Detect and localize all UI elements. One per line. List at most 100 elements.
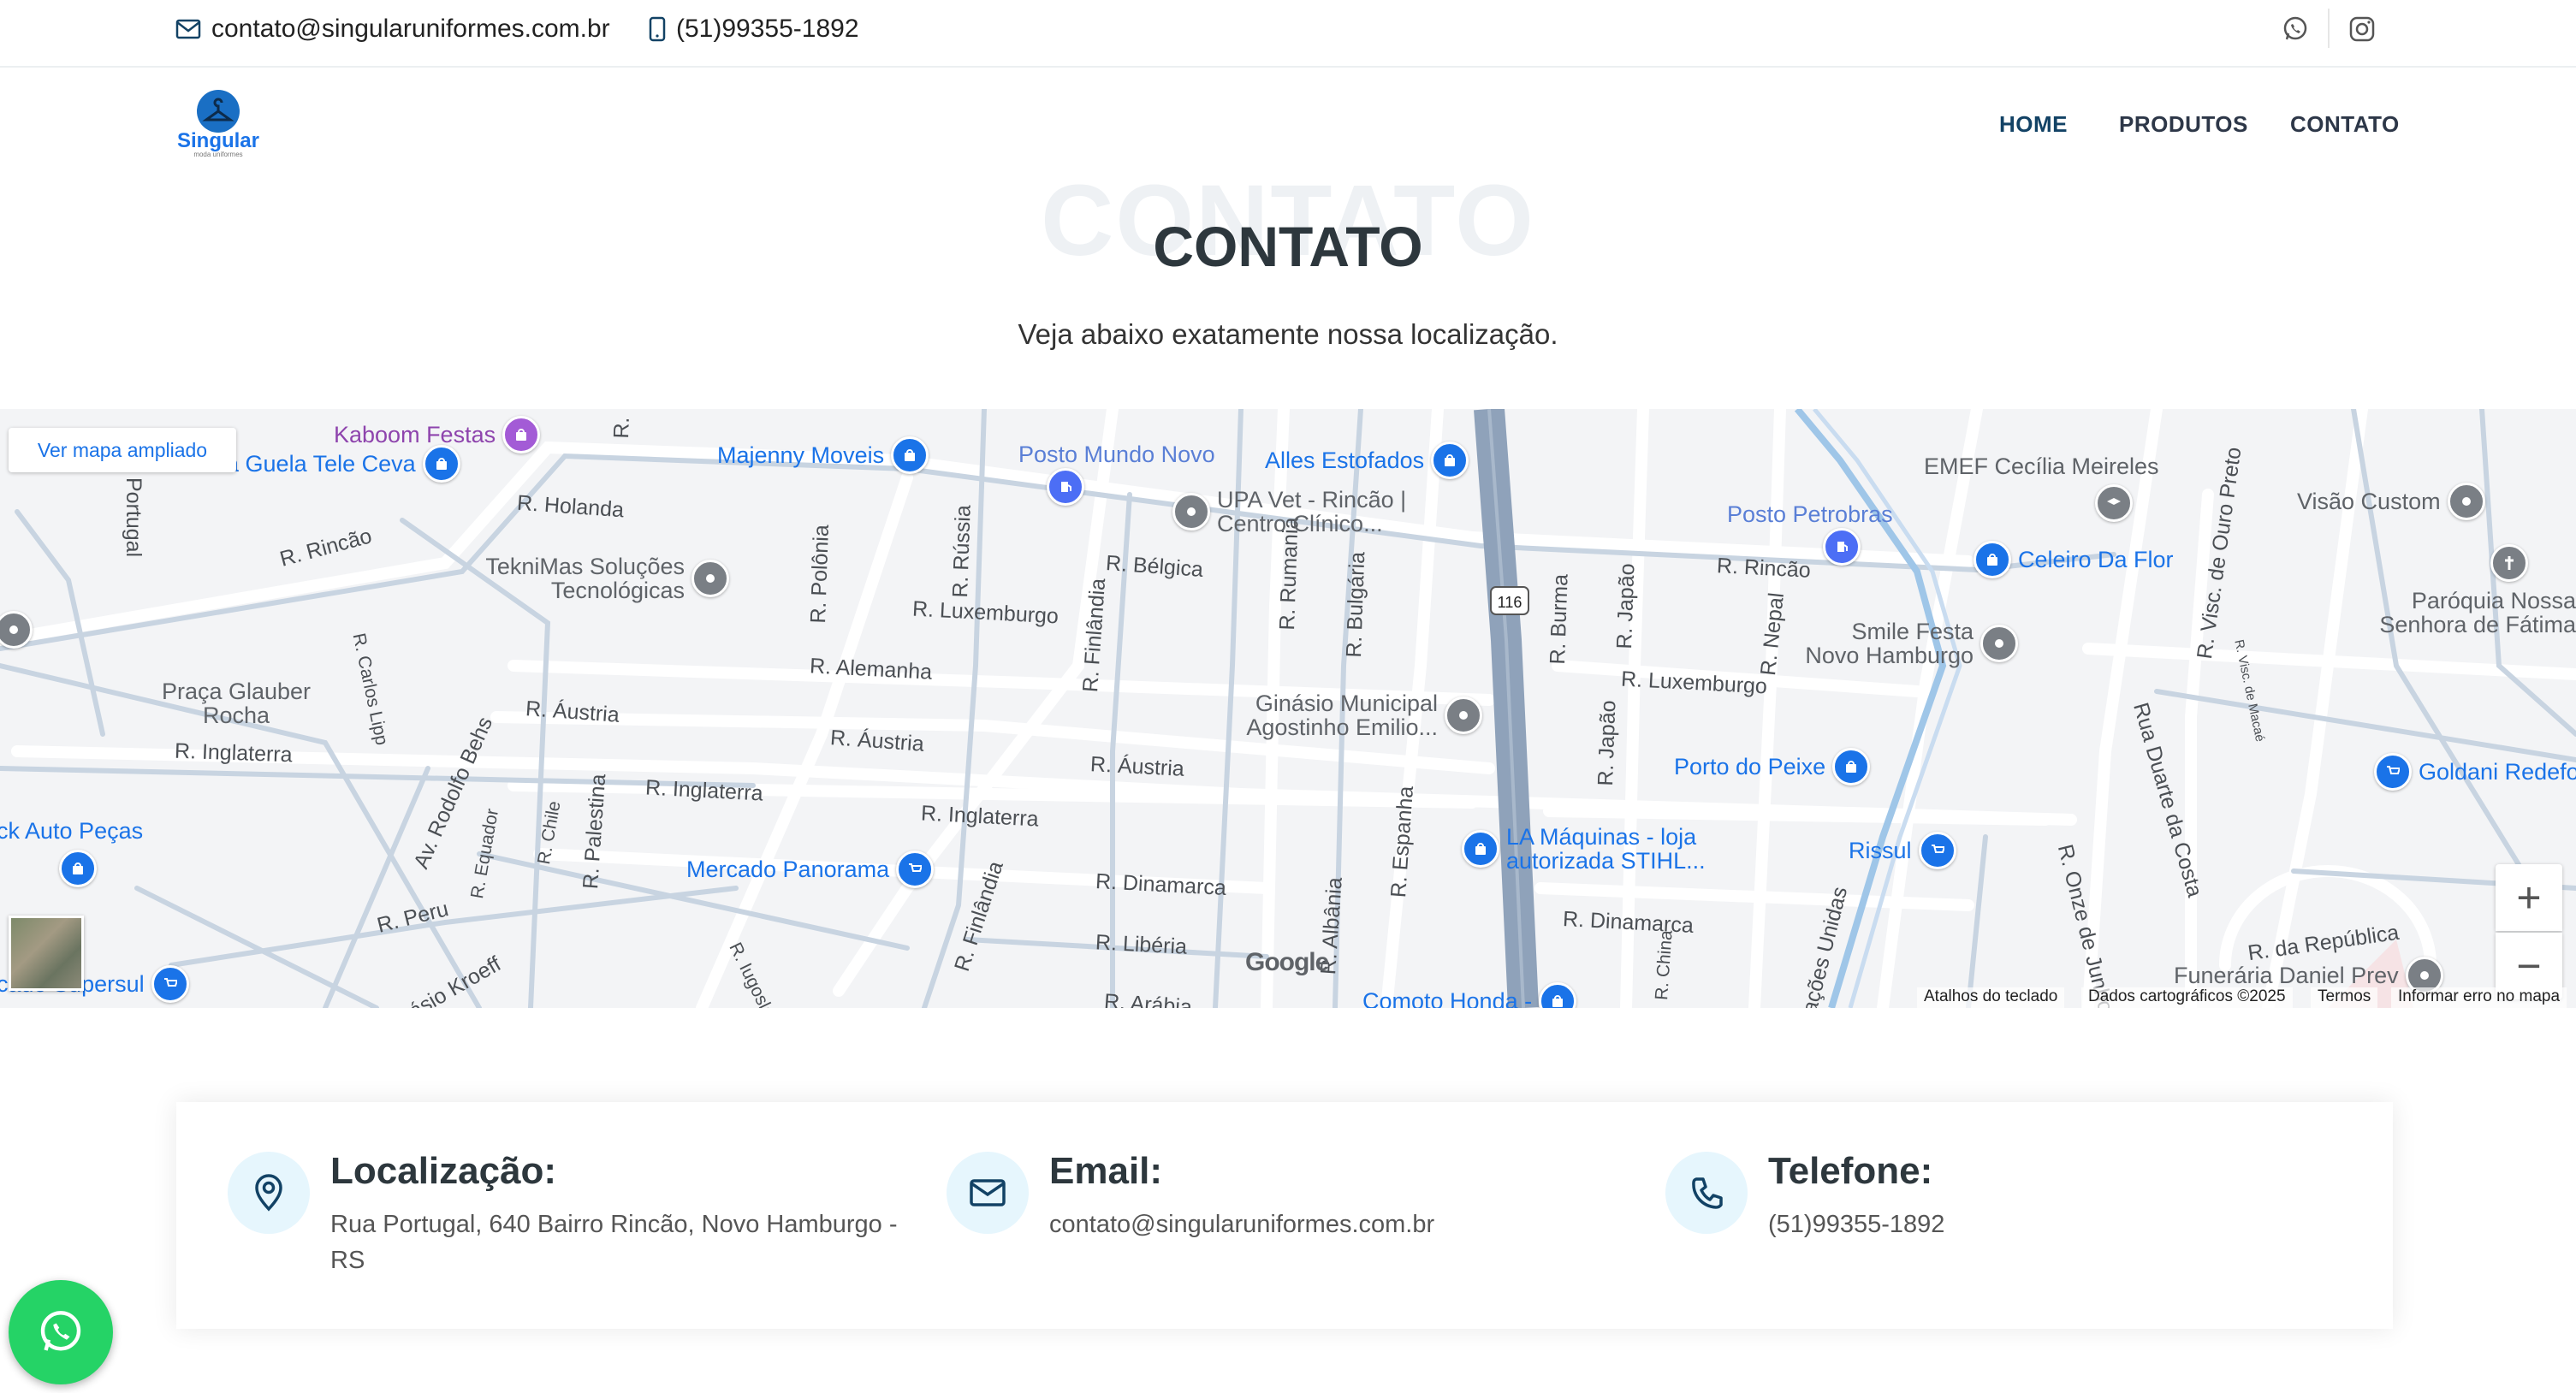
email-value[interactable]: contato@singularuniformes.com.br [1049, 1206, 1434, 1242]
poi-label: LA Máquinas - loja autorizada STIHL... [1506, 824, 1706, 874]
shopping-bag-icon [891, 436, 929, 474]
poi-label: Porto do Peixe [1674, 753, 1826, 779]
contact-info-card: Localização: Rua Portugal, 640 Bairro Ri… [176, 1102, 2393, 1329]
cart-icon [896, 851, 935, 888]
logo-text: Singular [177, 129, 259, 152]
map-poi[interactable]: TekniMas Soluções Tecnológicas [471, 554, 729, 602]
poi-label: Rissul [1849, 837, 1912, 863]
terms-link[interactable]: Termos [2311, 987, 2378, 1008]
poi-label: Posto Mundo Novo [1018, 442, 1215, 467]
map-poi[interactable]: Alles Estofados [1265, 442, 1469, 479]
poi-label: Alles Estofados [1265, 447, 1425, 473]
instagram-link[interactable] [2345, 12, 2379, 46]
mobile-phone-icon [649, 16, 666, 42]
place-icon [0, 611, 33, 649]
poi-label: ck Auto Peças [0, 818, 144, 844]
fuel-icon [1823, 528, 1861, 566]
page-title: CONTATO [1153, 215, 1423, 278]
topbar-email[interactable]: contato@singularuniformes.com.br [175, 12, 610, 46]
poi-label: Majenny Moveis [717, 442, 885, 468]
phone-icon [1665, 1152, 1748, 1234]
zoom-in-button[interactable]: + [2496, 864, 2562, 931]
street-label: R. Áustria [1089, 752, 1185, 781]
phone-value[interactable]: (51)99355-1892 [1768, 1206, 1944, 1242]
map-poi[interactable]: Goldani Redefor [2374, 753, 2576, 791]
phone-title: Telefone: [1768, 1150, 1933, 1192]
school-icon [2095, 484, 2133, 522]
map-data-attribution: Dados cartográficos ©2025 [2081, 987, 2293, 1008]
map-poi[interactable] [0, 611, 33, 649]
page-subtitle: Veja abaixo exatamente nossa localização… [1018, 318, 1558, 350]
whatsapp-icon [2283, 16, 2307, 40]
satellite-toggle[interactable] [9, 916, 84, 991]
map-poi[interactable]: UPA Vet - Rincão | Centro Clínico... [1172, 488, 1414, 536]
keyboard-shortcuts-link[interactable]: Atalhos do teclado [1917, 987, 2065, 1008]
instagram-icon [2349, 16, 2375, 42]
map-poi[interactable]: Majenny Moveis [717, 436, 929, 474]
poi-label: Visão Custom [2297, 488, 2441, 514]
location-line-2: RS [330, 1247, 365, 1274]
street-label: R. Burma [1546, 573, 1573, 665]
poi-label: Posto Petrobras [1727, 501, 1893, 527]
logo-subtext: moda uniformes [193, 151, 242, 158]
map-poi[interactable]: ck Auto Peças [0, 818, 143, 887]
map-poi[interactable]: Rissul [1849, 832, 1956, 869]
map-poi[interactable]: Visão Custom [2297, 483, 2485, 520]
whatsapp-float-button[interactable] [9, 1280, 113, 1384]
map-pin-icon [228, 1152, 310, 1234]
shopping-bag-icon [1431, 442, 1469, 479]
fuel-icon [1046, 468, 1084, 506]
topbar-phone-text: (51)99355-1892 [676, 15, 859, 43]
google-map[interactable]: 116 R. Holanda R. Rincão Portugal R. Bél… [0, 409, 2576, 1008]
shopping-bag-icon [59, 850, 98, 887]
poi-label: TekniMas Soluções Tecnológicas [485, 554, 685, 603]
location-title: Localização: [330, 1150, 557, 1192]
map-poi[interactable]: Ginásio Municipal Agostinho Emilio... [1241, 691, 1482, 739]
place-icon [2447, 483, 2485, 520]
email-title: Email: [1049, 1150, 1163, 1192]
nav-home[interactable]: HOME [1999, 111, 2068, 138]
logo[interactable]: Singular moda uniformes [175, 89, 261, 159]
poi-label: EMEF Cecília Meireles [1924, 453, 2159, 479]
google-logo-text: Google [1245, 948, 1329, 976]
location-line-1: Rua Portugal, 640 Bairro Rincão, Novo Ha… [330, 1211, 898, 1238]
shopping-bag-icon [1974, 541, 2011, 578]
place-icon [691, 560, 729, 597]
map-poi[interactable]: LA Máquinas - loja autorizada STIHL... [1462, 825, 1729, 873]
shopping-bag-icon [1832, 748, 1871, 785]
nav-contato[interactable]: CONTATO [2290, 111, 2400, 138]
map-poi[interactable]: Porto do Peixe [1674, 748, 1871, 785]
map-poi[interactable]: Praça Glauber Rocha [151, 679, 322, 727]
location-address: Rua Portugal, 640 Bairro Rincão, Novo Ha… [330, 1206, 898, 1278]
map-poi[interactable]: Celeiro Da Flor [1974, 541, 2174, 578]
street-label: R. Libéria [1095, 930, 1188, 959]
church-icon [2490, 544, 2528, 582]
map-poi[interactable]: Mercado Panorama [686, 851, 935, 888]
poi-label: UPA Vet - Rincão | Centro Clínico... [1217, 487, 1407, 536]
highway-shield-text: 116 [1498, 594, 1522, 611]
shopping-bag-icon [502, 416, 541, 453]
nav-produtos[interactable]: PRODUTOS [2119, 111, 2248, 138]
google-logo: Google [1245, 948, 1329, 977]
map-poi[interactable]: Posto Petrobras [1727, 501, 1893, 566]
map-poi[interactable]: Comoto Honda - [1362, 982, 1577, 1008]
enlarge-map-button[interactable]: Ver mapa ampliado [9, 428, 236, 472]
map-poi[interactable] [2095, 484, 2133, 522]
map-poi[interactable]: Paróquia Nossa Senhora de Fátima [2362, 589, 2576, 637]
street-label: R. Inglaterra [174, 738, 294, 768]
street-label: R. Rússia [948, 504, 976, 598]
map-poi[interactable]: Smile Festa Novo Hamburgo [1794, 619, 2018, 667]
whatsapp-link[interactable] [2278, 12, 2312, 46]
cart-icon [2374, 753, 2412, 791]
report-error-link[interactable]: Informar erro no mapa [2391, 987, 2567, 1008]
envelope-icon [947, 1152, 1029, 1234]
street-label: R. Japão [1612, 562, 1640, 649]
map-poi[interactable]: EMEF Cecília Meireles [1924, 453, 2159, 480]
topbar-phone[interactable]: (51)99355-1892 [649, 12, 859, 46]
poi-label: Ginásio Municipal Agostinho Emilio... [1246, 691, 1438, 740]
envelope-icon [175, 19, 201, 39]
poi-label: Celeiro Da Flor [2018, 546, 2174, 572]
place-icon [1445, 696, 1482, 734]
poi-label: Funerária Daniel Prev [2174, 962, 2399, 988]
map-poi[interactable] [2371, 544, 2528, 582]
